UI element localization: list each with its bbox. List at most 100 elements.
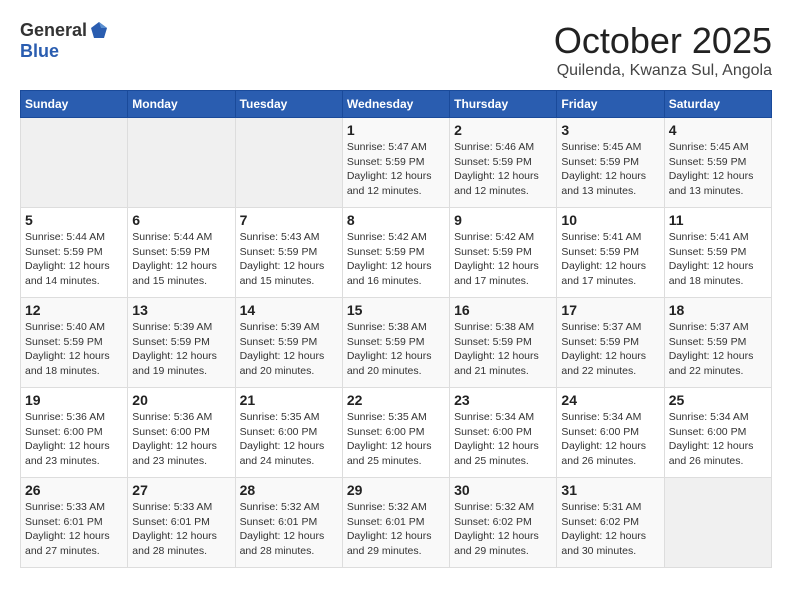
cell-content: Sunrise: 5:43 AM Sunset: 5:59 PM Dayligh… xyxy=(240,230,338,289)
day-number: 24 xyxy=(561,392,659,408)
cell-content: Sunrise: 5:36 AM Sunset: 6:00 PM Dayligh… xyxy=(132,410,230,469)
title-section: October 2025 Quilenda, Kwanza Sul, Angol… xyxy=(554,20,772,80)
day-number: 17 xyxy=(561,302,659,318)
calendar-cell: 10 Sunrise: 5:41 AM Sunset: 5:59 PM Dayli… xyxy=(557,208,664,298)
header-tuesday: Tuesday xyxy=(235,91,342,118)
calendar-week-2: 5 Sunrise: 5:44 AM Sunset: 5:59 PM Daylig… xyxy=(21,208,772,298)
calendar-cell: 13 Sunrise: 5:39 AM Sunset: 5:59 PM Dayli… xyxy=(128,298,235,388)
cell-content: Sunrise: 5:34 AM Sunset: 6:00 PM Dayligh… xyxy=(669,410,767,469)
day-number: 22 xyxy=(347,392,445,408)
calendar-cell: 6 Sunrise: 5:44 AM Sunset: 5:59 PM Daylig… xyxy=(128,208,235,298)
day-number: 6 xyxy=(132,212,230,228)
day-number: 27 xyxy=(132,482,230,498)
cell-content: Sunrise: 5:45 AM Sunset: 5:59 PM Dayligh… xyxy=(669,140,767,199)
month-title: October 2025 xyxy=(554,20,772,62)
cell-content: Sunrise: 5:32 AM Sunset: 6:01 PM Dayligh… xyxy=(240,500,338,559)
day-number: 11 xyxy=(669,212,767,228)
day-number: 15 xyxy=(347,302,445,318)
calendar-cell: 28 Sunrise: 5:32 AM Sunset: 6:01 PM Dayli… xyxy=(235,478,342,568)
logo: General Blue xyxy=(20,20,109,62)
header-wednesday: Wednesday xyxy=(342,91,449,118)
calendar-cell: 11 Sunrise: 5:41 AM Sunset: 5:59 PM Dayli… xyxy=(664,208,771,298)
calendar-cell: 17 Sunrise: 5:37 AM Sunset: 5:59 PM Dayli… xyxy=(557,298,664,388)
day-number: 28 xyxy=(240,482,338,498)
day-number: 18 xyxy=(669,302,767,318)
day-number: 19 xyxy=(25,392,123,408)
calendar-week-3: 12Sunrise: 5:40 AM Sunset: 5:59 PM Dayli… xyxy=(21,298,772,388)
cell-content: Sunrise: 5:37 AM Sunset: 5:59 PM Dayligh… xyxy=(561,320,659,379)
calendar-cell: 1 Sunrise: 5:47 AM Sunset: 5:59 PM Daylig… xyxy=(342,118,449,208)
day-number: 12 xyxy=(25,302,123,318)
cell-content: Sunrise: 5:34 AM Sunset: 6:00 PM Dayligh… xyxy=(561,410,659,469)
cell-content: Sunrise: 5:39 AM Sunset: 5:59 PM Dayligh… xyxy=(132,320,230,379)
day-number: 1 xyxy=(347,122,445,138)
header-thursday: Thursday xyxy=(450,91,557,118)
calendar-cell: 18 Sunrise: 5:37 AM Sunset: 5:59 PM Dayli… xyxy=(664,298,771,388)
calendar-cell: 19Sunrise: 5:36 AM Sunset: 6:00 PM Dayli… xyxy=(21,388,128,478)
header-sunday: Sunday xyxy=(21,91,128,118)
calendar-week-4: 19 Sunrise: 5:36 AM Sunset: 6:00 PM Dayli… xyxy=(21,388,772,478)
calendar-cell: 5 Sunrise: 5:44 AM Sunset: 5:59 PM Daylig… xyxy=(21,208,128,298)
calendar-cell: 23Sunrise: 5:34 AM Sunset: 6:00 PM Dayli… xyxy=(450,388,557,478)
day-number: 25 xyxy=(669,392,767,408)
day-number: 3 xyxy=(561,122,659,138)
day-number: 5 xyxy=(25,212,123,228)
logo-general-text: General xyxy=(20,20,87,41)
calendar-cell xyxy=(664,478,771,568)
calendar-cell: 24 Sunrise: 5:34 AM Sunset: 6:00 PM Dayli… xyxy=(557,388,664,478)
cell-content: Sunrise: 5:44 AM Sunset: 5:59 PM Dayligh… xyxy=(25,230,123,289)
day-number: 13 xyxy=(132,302,230,318)
day-number: 23 xyxy=(454,392,552,408)
cell-content: Sunrise: 5:33 AM Sunset: 6:01 PM Dayligh… xyxy=(25,500,123,559)
cell-content: Sunrise: 5:46 AM Sunset: 5:59 PM Dayligh… xyxy=(454,140,552,199)
day-number: 30 xyxy=(454,482,552,498)
day-number: 29 xyxy=(347,482,445,498)
calendar-cell: 3Sunrise: 5:45 AM Sunset: 5:59 PM Daylig… xyxy=(557,118,664,208)
location-subtitle: Quilenda, Kwanza Sul, Angola xyxy=(554,62,772,80)
cell-content: Sunrise: 5:42 AM Sunset: 5:59 PM Dayligh… xyxy=(347,230,445,289)
day-number: 31 xyxy=(561,482,659,498)
day-number: 16 xyxy=(454,302,552,318)
day-number: 14 xyxy=(240,302,338,318)
calendar-cell: 20Sunrise: 5:36 AM Sunset: 6:00 PM Dayli… xyxy=(128,388,235,478)
calendar-cell: 7 Sunrise: 5:43 AM Sunset: 5:59 PM Daylig… xyxy=(235,208,342,298)
days-header-row: Sunday Monday Tuesday Wednesday Thursday… xyxy=(21,91,772,118)
cell-content: Sunrise: 5:41 AM Sunset: 5:59 PM Dayligh… xyxy=(669,230,767,289)
calendar-cell: 22 Sunrise: 5:35 AM Sunset: 6:00 PM Dayli… xyxy=(342,388,449,478)
cell-content: Sunrise: 5:44 AM Sunset: 5:59 PM Dayligh… xyxy=(132,230,230,289)
header-monday: Monday xyxy=(128,91,235,118)
calendar-cell: 25 Sunrise: 5:34 AM Sunset: 6:00 PM Dayli… xyxy=(664,388,771,478)
calendar-table: Sunday Monday Tuesday Wednesday Thursday… xyxy=(20,90,772,568)
cell-content: Sunrise: 5:35 AM Sunset: 6:00 PM Dayligh… xyxy=(347,410,445,469)
calendar-cell: 30Sunrise: 5:32 AM Sunset: 6:02 PM Dayli… xyxy=(450,478,557,568)
header-saturday: Saturday xyxy=(664,91,771,118)
cell-content: Sunrise: 5:41 AM Sunset: 5:59 PM Dayligh… xyxy=(561,230,659,289)
calendar-cell: 8Sunrise: 5:42 AM Sunset: 5:59 PM Daylig… xyxy=(342,208,449,298)
day-number: 2 xyxy=(454,122,552,138)
logo-icon xyxy=(89,20,109,40)
calendar-cell: 29 Sunrise: 5:32 AM Sunset: 6:01 PM Dayli… xyxy=(342,478,449,568)
calendar-cell: 14Sunrise: 5:39 AM Sunset: 5:59 PM Dayli… xyxy=(235,298,342,388)
logo-blue-text: Blue xyxy=(20,41,59,61)
cell-content: Sunrise: 5:37 AM Sunset: 5:59 PM Dayligh… xyxy=(669,320,767,379)
cell-content: Sunrise: 5:38 AM Sunset: 5:59 PM Dayligh… xyxy=(454,320,552,379)
calendar-cell xyxy=(128,118,235,208)
header-friday: Friday xyxy=(557,91,664,118)
cell-content: Sunrise: 5:47 AM Sunset: 5:59 PM Dayligh… xyxy=(347,140,445,199)
cell-content: Sunrise: 5:33 AM Sunset: 6:01 PM Dayligh… xyxy=(132,500,230,559)
day-number: 10 xyxy=(561,212,659,228)
day-number: 21 xyxy=(240,392,338,408)
calendar-cell: 26Sunrise: 5:33 AM Sunset: 6:01 PM Dayli… xyxy=(21,478,128,568)
day-number: 4 xyxy=(669,122,767,138)
calendar-cell xyxy=(21,118,128,208)
calendar-week-1: 1 Sunrise: 5:47 AM Sunset: 5:59 PM Daylig… xyxy=(21,118,772,208)
calendar-cell: 4 Sunrise: 5:45 AM Sunset: 5:59 PM Daylig… xyxy=(664,118,771,208)
calendar-body: 1 Sunrise: 5:47 AM Sunset: 5:59 PM Daylig… xyxy=(21,118,772,568)
calendar-cell: 15Sunrise: 5:38 AM Sunset: 5:59 PM Dayli… xyxy=(342,298,449,388)
calendar-cell: 27 Sunrise: 5:33 AM Sunset: 6:01 PM Dayli… xyxy=(128,478,235,568)
day-number: 7 xyxy=(240,212,338,228)
page-header: General Blue October 2025 Quilenda, Kwan… xyxy=(20,20,772,80)
cell-content: Sunrise: 5:32 AM Sunset: 6:01 PM Dayligh… xyxy=(347,500,445,559)
calendar-week-5: 26Sunrise: 5:33 AM Sunset: 6:01 PM Dayli… xyxy=(21,478,772,568)
calendar-cell: 21Sunrise: 5:35 AM Sunset: 6:00 PM Dayli… xyxy=(235,388,342,478)
